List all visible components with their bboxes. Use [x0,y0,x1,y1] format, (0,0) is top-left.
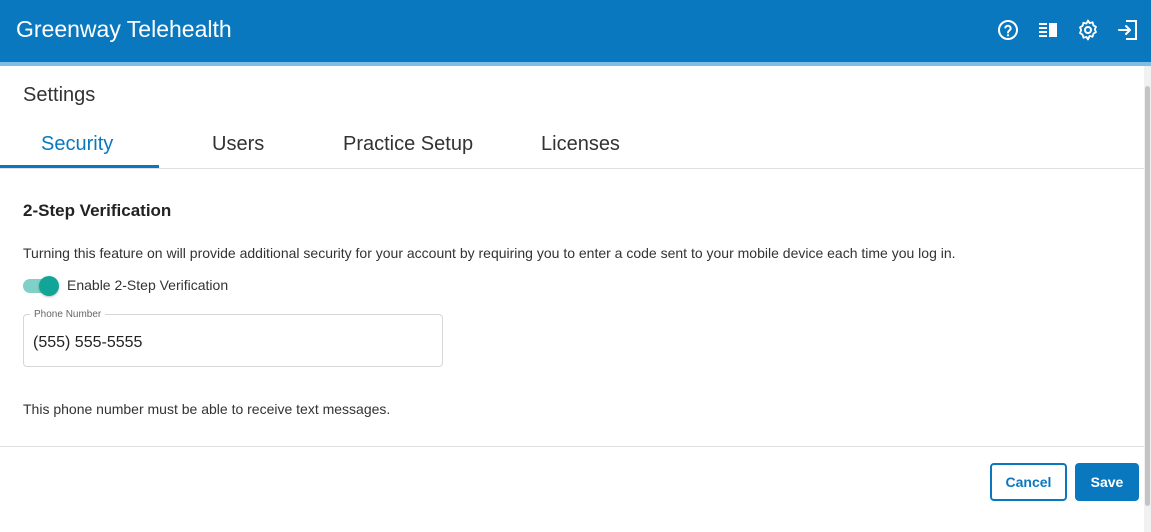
tabs-divider [0,168,1144,169]
phone-number-label: Phone Number [30,309,106,320]
tab-users[interactable]: Users [212,133,264,156]
gear-icon[interactable] [1076,18,1100,42]
tab-practice-setup[interactable]: Practice Setup [343,133,473,156]
tab-security[interactable]: Security [41,133,113,156]
cancel-button[interactable]: Cancel [990,463,1067,501]
section-title: 2-Step Verification [23,201,172,220]
app-title: Greenway Telehealth [16,16,232,42]
tab-licenses[interactable]: Licenses [541,133,620,156]
help-circle-icon[interactable] [996,18,1020,42]
toggle-label: Enable 2-Step Verification [67,277,229,293]
phone-note: This phone number must be able to receiv… [23,401,391,417]
logout-icon[interactable] [1116,18,1140,42]
book-icon[interactable] [1036,18,1060,42]
toggle-knob [39,276,59,296]
section-description: Turning this feature on will provide add… [23,245,956,261]
footer-divider [0,446,1144,447]
header-accent-strip [0,62,1151,66]
page-title: Settings [23,84,96,106]
phone-number-value[interactable]: (555) 555-5555 [33,334,142,352]
two-step-toggle[interactable] [23,276,59,296]
scrollbar-thumb[interactable] [1145,86,1150,506]
save-button[interactable]: Save [1075,463,1139,501]
